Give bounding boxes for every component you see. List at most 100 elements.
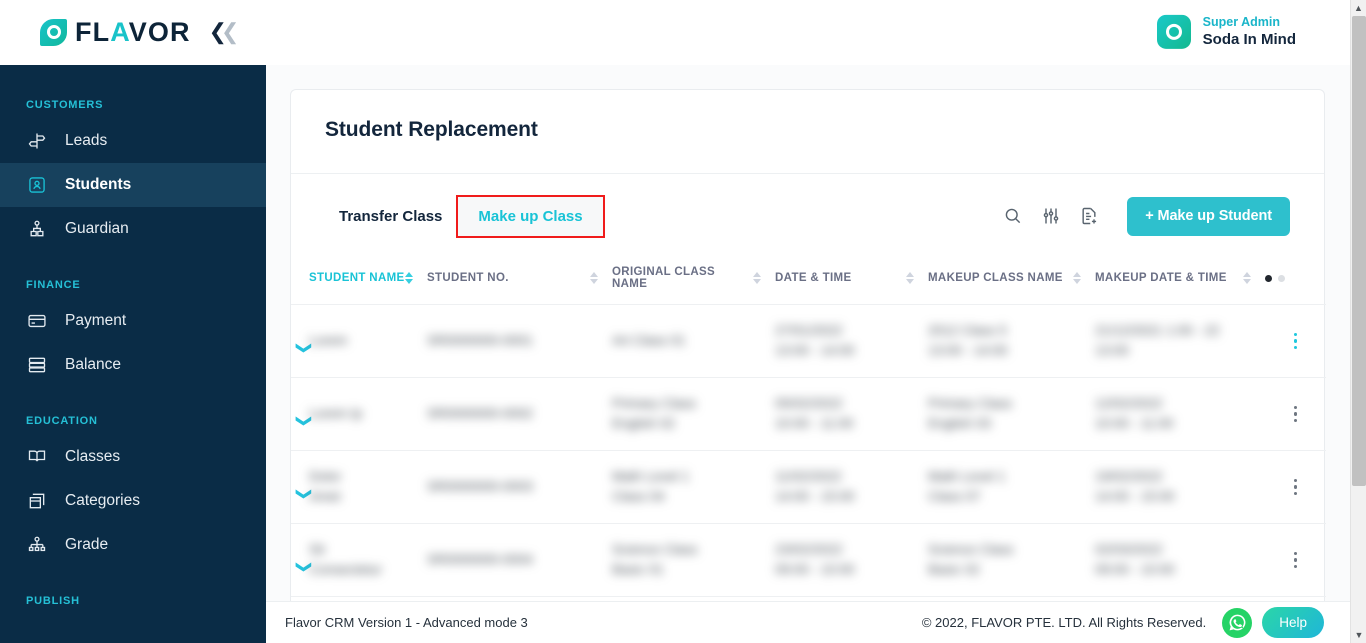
col-header-date-time[interactable]: DATE & TIME xyxy=(775,258,928,305)
sidebar-item-balance[interactable]: Balance xyxy=(0,343,266,387)
col-header-makeup-class-name[interactable]: MAKEUP CLASS NAME xyxy=(928,258,1095,305)
flavor-logo-icon xyxy=(40,18,67,46)
expand-col-header xyxy=(291,258,309,305)
make-up-student-button[interactable]: + Make up Student xyxy=(1127,196,1290,236)
sidebar-item-label: Leads xyxy=(65,132,108,149)
user-name-label: Soda In Mind xyxy=(1202,30,1296,48)
table-row[interactable]: ❯ Sit Consectetur SR0000000-0004 Science… xyxy=(291,524,1326,597)
page-scrollbar[interactable]: ▲ ▼ xyxy=(1350,0,1366,643)
col-header-original-class-name[interactable]: ORIGINAL CLASS NAME xyxy=(612,258,775,305)
brand-wordmark: FLAVOR xyxy=(75,16,191,47)
sort-arrows-icon[interactable] xyxy=(1073,272,1081,284)
database-icon xyxy=(26,354,48,376)
col-label: ORIGINAL CLASS NAME xyxy=(612,266,716,290)
credit-card-icon xyxy=(26,310,48,332)
brand-logo[interactable]: FLAVOR xyxy=(40,16,191,47)
tab-transfer-class[interactable]: Transfer Class xyxy=(325,197,456,236)
sidebar-item-categories[interactable]: Categories xyxy=(0,479,266,523)
cell-date-time: 23/02/2022 09:00 - 10:00 xyxy=(775,541,855,577)
sidebar-item-label: Balance xyxy=(65,356,122,373)
avatar xyxy=(1156,15,1191,49)
sidebar-item-label: Guardian xyxy=(65,220,129,237)
student-badge-icon xyxy=(26,174,48,196)
user-role-label: Super Admin xyxy=(1202,14,1280,29)
tabs-toolbar-row: Transfer Class Make up Class + Make up S… xyxy=(291,174,1324,258)
sidebar-item-label: Classes xyxy=(65,448,121,465)
org-chart-icon xyxy=(26,534,48,556)
cell-student-no: SR0000000-0003 xyxy=(427,478,533,494)
cell-date-time: 05/02/2022 10:00 - 11:00 xyxy=(775,395,854,431)
sidebar-item-label: Payment xyxy=(65,312,127,329)
table-row[interactable]: ❯ Lorem Ip SR0000000-0002 Primary Class … xyxy=(291,378,1326,451)
brand-text-part2: VOR xyxy=(128,16,191,47)
kebab-menu-icon[interactable] xyxy=(1265,405,1326,423)
sidebar-item-label: Students xyxy=(65,176,132,193)
footer-version-text: Flavor CRM Version 1 - Advanced mode 3 xyxy=(285,615,528,630)
cell-makeup-date-time: 19/02/2022 14:00 - 15:00 xyxy=(1095,468,1175,504)
sort-arrows-icon[interactable] xyxy=(405,272,413,284)
help-button[interactable]: Help xyxy=(1262,607,1324,638)
sort-arrows-icon[interactable] xyxy=(1243,272,1251,284)
sidebar-section-education: EDUCATION xyxy=(26,415,98,427)
col-header-makeup-date-time[interactable]: MAKEUP DATE & TIME xyxy=(1095,258,1265,305)
table-toolbar: + Make up Student xyxy=(1003,196,1290,236)
col-label: STUDENT NAME xyxy=(309,272,405,284)
page-title: Student Replacement xyxy=(325,118,538,141)
open-book-icon xyxy=(26,446,48,468)
table-body: ❯ Lorem SR0000000-0001 Art Class 01 27/0… xyxy=(291,305,1326,597)
main-content: Student Replacement Transfer Class Make … xyxy=(266,65,1350,643)
sort-arrows-icon[interactable] xyxy=(753,272,761,284)
col-label: MAKEUP DATE & TIME xyxy=(1095,272,1227,284)
sidebar-item-students[interactable]: Students xyxy=(0,163,266,207)
cell-date-time: 27/01/2022 13:00 - 14:00 xyxy=(775,322,855,358)
cell-original-class-name: Art Class 01 xyxy=(612,332,686,348)
brand-text-accent: A xyxy=(110,16,129,47)
chevron-up-icon[interactable]: ▲ xyxy=(1351,0,1366,16)
col-header-student-no[interactable]: STUDENT NO. xyxy=(427,258,612,305)
sidebar-item-guardian[interactable]: Guardian xyxy=(0,207,266,251)
tab-make-up-class[interactable]: Make up Class xyxy=(456,194,605,238)
table-row[interactable]: ❯ Dolor Amet SR0000000-0003 Math Level 1… xyxy=(291,451,1326,524)
cell-makeup-date-time: 12/02/2022 10:00 - 11:00 xyxy=(1095,395,1174,431)
cell-original-class-name: Primary Class English 02 xyxy=(612,395,697,431)
user-profile[interactable]: Super Admin Soda In Mind xyxy=(1156,14,1296,49)
sidebar-item-classes[interactable]: Classes xyxy=(0,435,266,479)
cell-student-name: Lorem xyxy=(309,332,348,348)
box-stack-icon xyxy=(26,490,48,512)
sidebar-section-publish: PUBLISH xyxy=(26,595,80,607)
sidebar-item-payment[interactable]: Payment xyxy=(0,299,266,343)
col-label: STUDENT NO. xyxy=(427,272,509,284)
kebab-menu-icon[interactable] xyxy=(1265,551,1326,569)
search-icon[interactable] xyxy=(1003,206,1023,226)
cell-student-no: SR0000000-0004 xyxy=(427,551,533,567)
cell-makeup-class-name: 2012 Class 5 13:00 - 14:00 xyxy=(928,322,1008,358)
chevron-down-icon[interactable]: ▼ xyxy=(1351,627,1366,643)
sidebar-item-label: Categories xyxy=(65,492,140,509)
kebab-menu-icon[interactable] xyxy=(1265,332,1326,350)
cell-student-no: SR0000000-0001 xyxy=(427,332,533,348)
sidebar-item-leads[interactable]: Leads xyxy=(0,119,266,163)
guardian-icon xyxy=(26,218,48,240)
table-head: STUDENT NAME STUDENT NO. ORIGINAL CLASS … xyxy=(291,258,1326,305)
pagination-dots[interactable] xyxy=(1265,274,1326,282)
sort-arrows-icon[interactable] xyxy=(906,272,914,284)
cell-student-name: Sit Consectetur xyxy=(309,541,382,577)
scrollbar-thumb[interactable] xyxy=(1352,16,1366,486)
table-row[interactable]: ❯ Lorem SR0000000-0001 Art Class 01 27/0… xyxy=(291,305,1326,378)
kebab-menu-icon[interactable] xyxy=(1265,478,1326,496)
sidebar-item-grade[interactable]: Grade xyxy=(0,523,266,567)
sort-arrows-icon[interactable] xyxy=(590,272,598,284)
double-chevron-left-icon[interactable]: ❮ ❮ xyxy=(209,21,240,43)
col-header-pagination-dots[interactable] xyxy=(1265,258,1326,305)
col-header-student-name[interactable]: STUDENT NAME xyxy=(309,258,427,305)
whatsapp-icon[interactable] xyxy=(1222,607,1253,638)
student-replacement-table: STUDENT NAME STUDENT NO. ORIGINAL CLASS … xyxy=(291,258,1326,597)
cell-makeup-class-name: Primary Class English 03 xyxy=(928,395,1013,431)
footer-bar: Flavor CRM Version 1 - Advanced mode 3 ©… xyxy=(266,601,1350,643)
document-add-icon[interactable] xyxy=(1079,206,1099,226)
cell-makeup-date-time: 02/03/2022 09:00 - 10:00 xyxy=(1095,541,1175,577)
sliders-filter-icon[interactable] xyxy=(1041,206,1061,226)
sidebar-section-finance: FINANCE xyxy=(26,279,81,291)
cell-student-no: SR0000000-0002 xyxy=(427,405,533,421)
cell-original-class-name: Math Level 1 Class 04 xyxy=(612,468,690,504)
